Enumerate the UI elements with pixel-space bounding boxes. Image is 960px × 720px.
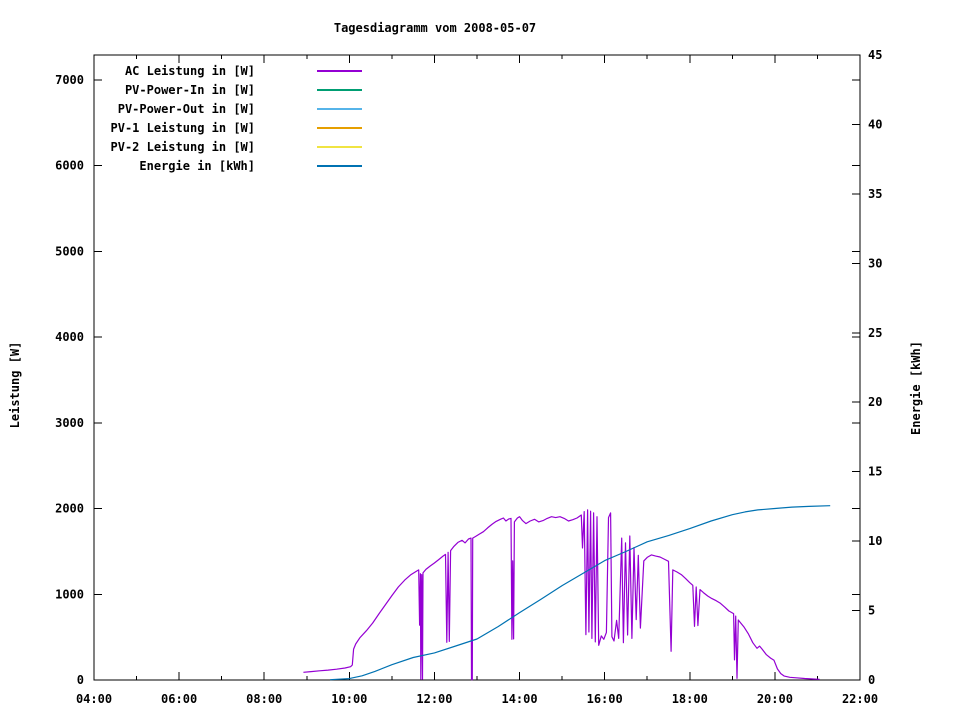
legend-item-energie-in-kwh: Energie in [kWh] [139, 159, 362, 173]
legend-label: PV-Power-Out in [W] [118, 102, 255, 116]
x-tick-label: 22:00 [842, 692, 878, 706]
y1-tick-label: 6000 [55, 159, 84, 173]
gnuplot-chart: Tagesdiagramm vom 2008-05-07 Leistung [W… [0, 0, 960, 720]
x-tick-label: 18:00 [672, 692, 708, 706]
x-tick-label: 08:00 [246, 692, 282, 706]
legend-label: Energie in [kWh] [139, 159, 255, 173]
x-tick-label: 14:00 [501, 692, 537, 706]
y2-tick-label: 0 [868, 673, 875, 687]
y1-tick-label: 4000 [55, 330, 84, 344]
y2-tick-label: 40 [868, 117, 882, 131]
legend-label: PV-2 Leistung in [W] [111, 140, 256, 154]
legend-item-pv-power-out-in-w: PV-Power-Out in [W] [118, 102, 362, 116]
x-tick-label: 04:00 [76, 692, 112, 706]
y2-tick-label: 30 [868, 256, 882, 270]
y1-tick-label: 0 [77, 673, 84, 687]
series-energie-in-kwh-line [330, 505, 831, 681]
y2-tick-label: 5 [868, 604, 875, 618]
legend-item-ac-leistung-in-w: AC Leistung in [W] [125, 64, 362, 78]
y1-tick-label: 7000 [55, 73, 84, 87]
legend-label: PV-Power-In in [W] [125, 83, 255, 97]
y2-tick-label: 45 [868, 48, 882, 62]
y2-tick-label: 20 [868, 395, 882, 409]
y2-tick-label: 15 [868, 465, 882, 479]
y1-tick-label: 1000 [55, 587, 84, 601]
legend-item-pv-power-in-in-w: PV-Power-In in [W] [125, 83, 362, 97]
x-tick-label: 06:00 [161, 692, 197, 706]
x-tick-label: 16:00 [587, 692, 623, 706]
plot-area: 0 1000 2000 3000 4000 5000 6000 7000 0 5 10 15 20 25 3… [55, 48, 882, 706]
series-ac-leistung-in-w-line [303, 509, 820, 681]
x-tick-label: 20:00 [757, 692, 793, 706]
y2-tick-label: 10 [868, 534, 882, 548]
x-tick-label: 12:00 [416, 692, 452, 706]
y1-tick-label: 3000 [55, 416, 84, 430]
y2-tick-label: 25 [868, 326, 882, 340]
y1-tick-label: 5000 [55, 244, 84, 258]
legend-item-pv-1-leistung-in-w: PV-1 Leistung in [W] [111, 121, 362, 135]
legend-label: PV-1 Leistung in [W] [111, 121, 256, 135]
y1-tick-label: 2000 [55, 502, 84, 516]
y2-tick-label: 35 [868, 187, 882, 201]
x-tick-label: 10:00 [331, 692, 367, 706]
legend-label: AC Leistung in [W] [125, 64, 255, 78]
legend-item-pv-2-leistung-in-w: PV-2 Leistung in [W] [111, 140, 362, 154]
